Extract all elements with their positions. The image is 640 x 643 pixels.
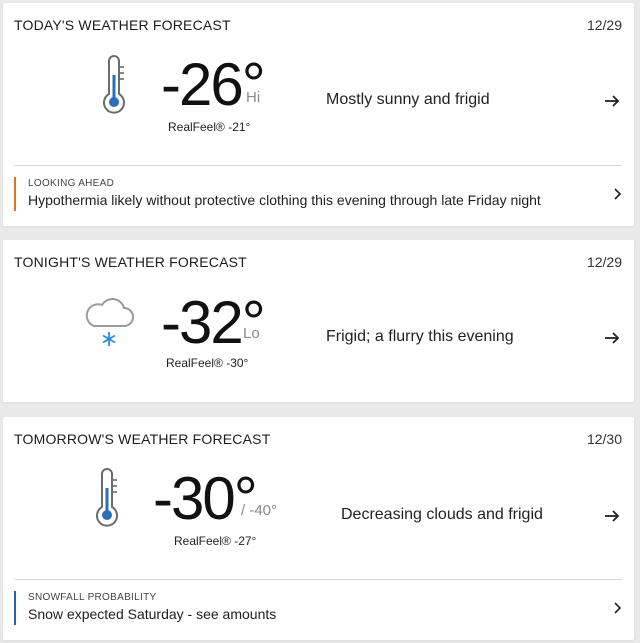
card-date: 12/29 <box>586 254 622 270</box>
alert-label: LOOKING AHEAD <box>28 178 115 189</box>
tonight-forecast-card[interactable]: TONIGHT'S WEATHER FORECAST 12/29 -32° Lo… <box>3 240 634 402</box>
thermometer-icon <box>89 468 129 532</box>
alert-accent-bar <box>14 177 16 211</box>
divider <box>14 579 622 580</box>
cloud-snow-icon <box>81 292 137 352</box>
alert-label: SNOWFALL PROBABILITY <box>28 592 157 603</box>
arrow-right-icon[interactable] <box>604 509 620 523</box>
thermometer-icon <box>96 55 136 119</box>
temperature: -26° <box>161 51 266 118</box>
forecast-phrase: Mostly sunny and frigid <box>326 91 490 108</box>
arrow-right-icon[interactable] <box>604 331 620 345</box>
today-forecast-card[interactable]: TODAY'S WEATHER FORECAST 12/29 -26° Hi R… <box>3 3 634 226</box>
snowfall-probability-alert[interactable]: SNOWFALL PROBABILITY Snow expected Satur… <box>14 589 622 627</box>
temperature-type: Hi <box>246 89 261 106</box>
forecast-phrase: Decreasing clouds and frigid <box>341 506 543 523</box>
temperature: -30° <box>153 465 258 532</box>
forecast-phrase: Frigid; a flurry this evening <box>326 328 514 345</box>
tomorrow-forecast-card[interactable]: TOMORROW'S WEATHER FORECAST 12/30 -30° /… <box>3 417 634 640</box>
alert-text: Hypothermia likely without protective cl… <box>28 192 541 208</box>
chevron-right-icon <box>612 187 622 201</box>
card-title: TOMORROW'S WEATHER FORECAST <box>14 431 271 447</box>
realfeel-temperature: RealFeel® -30° <box>166 356 249 370</box>
card-date: 12/29 <box>586 17 622 33</box>
card-date: 12/30 <box>586 431 622 447</box>
realfeel-temperature: RealFeel® -21° <box>168 120 251 134</box>
temperature-block: -30° <box>153 465 258 532</box>
temperature-block: -26° <box>161 51 266 118</box>
divider <box>14 165 622 166</box>
alert-text: Snow expected Saturday - see amounts <box>28 606 277 622</box>
arrow-right-icon[interactable] <box>604 94 620 108</box>
low-temperature: / -40° <box>241 502 278 519</box>
looking-ahead-alert[interactable]: LOOKING AHEAD Hypothermia likely without… <box>14 175 622 213</box>
realfeel-temperature: RealFeel® -27° <box>174 534 257 548</box>
chevron-right-icon <box>612 601 622 615</box>
temperature-block: -32° <box>161 289 266 356</box>
temperature-type: Lo <box>243 325 260 342</box>
card-title: TONIGHT'S WEATHER FORECAST <box>14 254 247 270</box>
alert-accent-bar <box>14 591 16 625</box>
temperature: -32° <box>161 289 266 356</box>
card-title: TODAY'S WEATHER FORECAST <box>14 17 231 33</box>
